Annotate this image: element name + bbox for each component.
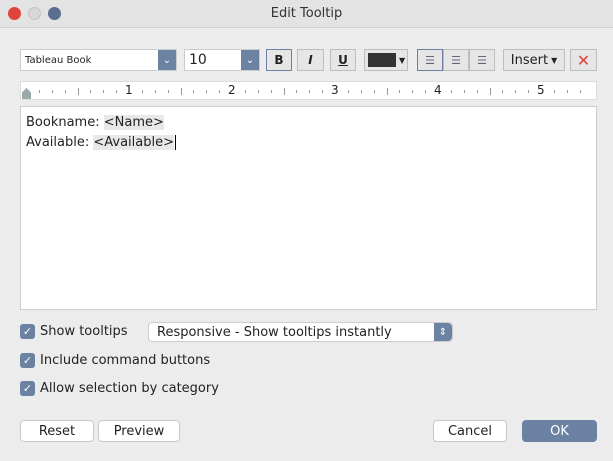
- ruler: 1 2 3 4 5: [20, 81, 597, 100]
- cancel-button[interactable]: Cancel: [433, 420, 507, 442]
- ruler-tick: [579, 90, 581, 93]
- editor-line-available: Available: <Available>: [26, 133, 591, 153]
- check-icon: ✓: [20, 324, 35, 339]
- bold-button[interactable]: B: [266, 49, 292, 71]
- ruler-tick: [180, 88, 182, 95]
- indent-marker[interactable]: [22, 88, 31, 99]
- underline-button[interactable]: U: [330, 49, 356, 71]
- ruler-tick: [386, 88, 388, 95]
- ruler-tick: [373, 90, 375, 93]
- italic-button[interactable]: I: [297, 49, 324, 71]
- align-right-button[interactable]: ☰: [469, 49, 495, 71]
- align-center-icon: ☰: [451, 53, 461, 67]
- ruler-tick: [270, 90, 272, 93]
- ruler-tick: [515, 90, 517, 93]
- allow-selection-label: Allow selection by category: [40, 381, 219, 396]
- ruler-tick: [219, 90, 221, 93]
- ruler-tick: [450, 90, 452, 93]
- text-cursor: [175, 135, 176, 150]
- ruler-tick: [141, 90, 143, 93]
- align-right-icon: ☰: [477, 53, 487, 67]
- align-center-button[interactable]: ☰: [443, 49, 469, 71]
- ruler-tick: [38, 90, 40, 93]
- ruler-tick: [412, 90, 414, 93]
- insert-button[interactable]: Insert ▼: [503, 49, 565, 71]
- ruler-tick: [476, 90, 478, 93]
- font-value: Tableau Book: [25, 54, 92, 66]
- tooltip-mode-value: Responsive - Show tooltips instantly: [157, 324, 392, 340]
- ruler-tick: [296, 90, 298, 93]
- updown-chevron-icon: ⇕: [434, 323, 452, 341]
- tooltip-editor[interactable]: Bookname: <Name> Available: <Available>: [20, 106, 597, 310]
- align-left-icon: ☰: [425, 53, 435, 67]
- ruler-tick: [64, 90, 66, 93]
- ruler-tick: [103, 90, 105, 93]
- check-icon: ✓: [20, 381, 35, 396]
- include-command-label: Include command buttons: [40, 353, 211, 368]
- ruler-tick: [425, 90, 427, 93]
- ruler-tick: [528, 90, 530, 93]
- line-label: Bookname:: [26, 115, 104, 130]
- color-swatch: [368, 53, 396, 67]
- tooltip-mode-select[interactable]: Responsive - Show tooltips instantly ⇕: [148, 322, 453, 342]
- show-tooltips-label: Show tooltips: [40, 324, 128, 339]
- ok-button[interactable]: OK: [522, 420, 597, 442]
- ruler-label: 3: [331, 83, 339, 97]
- chevron-down-icon: ▼: [551, 55, 558, 65]
- allow-selection-checkbox[interactable]: ✓ Allow selection by category: [20, 381, 219, 396]
- ruler-tick: [193, 90, 195, 93]
- ruler-label: 1: [125, 83, 133, 97]
- ruler-label: 4: [434, 83, 442, 97]
- editor-line-bookname: Bookname: <Name>: [26, 113, 591, 133]
- ruler-tick: [309, 90, 311, 93]
- ruler-tick: [257, 90, 259, 93]
- chevron-down-icon: ⌄: [241, 50, 259, 70]
- font-select[interactable]: Tableau Book ⌄: [20, 49, 177, 71]
- ruler-tick: [206, 90, 208, 93]
- ruler-tick: [463, 90, 465, 93]
- field-token[interactable]: <Name>: [103, 115, 164, 130]
- ruler-tick: [77, 88, 79, 95]
- align-left-button[interactable]: ☰: [417, 49, 443, 71]
- ruler-label: 2: [228, 83, 236, 97]
- title-bar: Edit Tooltip: [0, 0, 613, 28]
- field-token[interactable]: <Available>: [93, 135, 174, 150]
- chevron-down-icon: ▼: [399, 55, 406, 65]
- insert-label: Insert: [510, 52, 549, 68]
- font-size-value: 10: [189, 52, 207, 68]
- ruler-tick: [399, 90, 401, 93]
- ruler-tick: [502, 90, 504, 93]
- ruler-tick: [489, 88, 491, 95]
- include-command-buttons-checkbox[interactable]: ✓ Include command buttons: [20, 353, 210, 368]
- chevron-down-icon: ⌄: [158, 50, 176, 70]
- text-color-button[interactable]: ▼: [364, 49, 408, 71]
- ruler-tick: [360, 90, 362, 93]
- ruler-tick: [566, 90, 568, 93]
- x-icon: ✕: [576, 50, 591, 70]
- ruler-tick: [51, 90, 53, 93]
- ruler-tick: [347, 90, 349, 93]
- line-label: Available:: [26, 135, 94, 150]
- window-title: Edit Tooltip: [270, 6, 343, 21]
- preview-button[interactable]: Preview: [98, 420, 180, 442]
- ruler-tick: [167, 90, 169, 93]
- ruler-label: 5: [537, 83, 545, 97]
- font-size-select[interactable]: 10 ⌄: [184, 49, 260, 71]
- reset-button[interactable]: Reset: [20, 420, 94, 442]
- ruler-tick: [322, 90, 324, 93]
- ruler-tick: [244, 90, 246, 93]
- ruler-tick: [116, 90, 118, 93]
- check-icon: ✓: [20, 353, 35, 368]
- ruler-tick: [154, 90, 156, 93]
- clear-formatting-button[interactable]: ✕: [570, 49, 597, 71]
- ruler-tick: [553, 90, 555, 93]
- show-tooltips-checkbox[interactable]: ✓ Show tooltips: [20, 324, 128, 339]
- ruler-tick: [283, 88, 285, 95]
- ruler-tick: [90, 90, 92, 93]
